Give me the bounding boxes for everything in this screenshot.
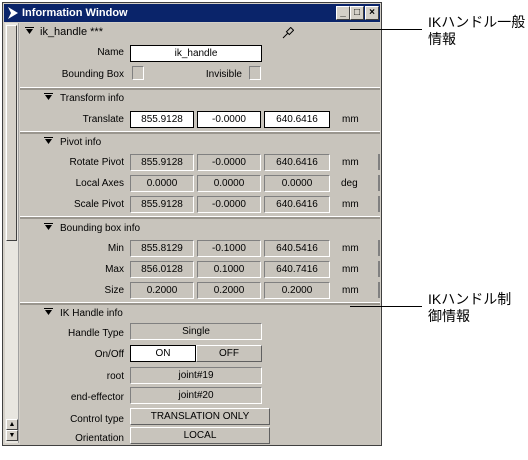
invisible-label: Invisible — [205, 69, 242, 80]
translate-unit: mm — [342, 114, 359, 125]
info-panel: ik_handle *** Name ik_handle Bounding Bo… — [20, 23, 380, 445]
translate-z-field[interactable]: 640.6416 — [264, 111, 330, 128]
scroll-up-icon[interactable]: ▲ — [6, 419, 18, 430]
handle-type-value: Single — [130, 323, 262, 340]
rotate-pivot-x: 855.9128 — [130, 154, 194, 171]
annotation-line: IKハンドル制 — [428, 291, 512, 307]
root-value: joint#19 — [130, 367, 262, 384]
scale-pivot-x: 855.9128 — [130, 196, 194, 213]
size-z: 0.2000 — [264, 282, 330, 299]
bounding-box-checkbox[interactable] — [132, 66, 144, 80]
end-effector-label: end-effector — [70, 392, 124, 403]
scale-pivot-label: Scale Pivot — [73, 199, 124, 210]
max-unit: mm — [342, 264, 359, 275]
size-y: 0.2000 — [197, 282, 261, 299]
annotation-ik-control-info: IKハンドル制 御情報 — [428, 291, 511, 325]
size-x: 0.2000 — [130, 282, 194, 299]
section-divider — [20, 216, 380, 219]
row-edge — [378, 282, 380, 298]
min-unit: mm — [342, 243, 359, 254]
local-axes-x: 0.0000 — [130, 175, 194, 192]
window-title: Information Window — [22, 7, 128, 19]
translate-y-field[interactable]: -0.0000 — [197, 111, 261, 128]
bounding-box-info-title: Bounding box info — [60, 223, 141, 234]
off-button[interactable]: OFF — [196, 345, 262, 362]
local-axes-y: 0.0000 — [197, 175, 261, 192]
annotation-line: 情報 — [428, 31, 456, 47]
min-y: -0.1000 — [197, 240, 261, 257]
section-divider — [20, 87, 380, 90]
section-divider — [20, 131, 380, 134]
annotation-leader-line — [350, 306, 422, 307]
pin-icon[interactable] — [282, 27, 294, 39]
transform-info-title: Transform info — [60, 93, 125, 104]
translate-x-field[interactable]: 855.9128 — [130, 111, 194, 128]
max-label: Max — [105, 264, 124, 275]
invisible-checkbox[interactable] — [249, 66, 261, 80]
rotate-pivot-z: 640.6416 — [264, 154, 330, 171]
annotation-line: 御情報 — [428, 308, 470, 324]
bounding-box-label: Bounding Box — [61, 69, 124, 80]
local-axes-unit: deg — [341, 178, 358, 189]
annotation-general-info: IKハンドル一般 情報 — [428, 14, 525, 48]
local-axes-z: 0.0000 — [264, 175, 330, 192]
annotation-line: IKハンドル一般 — [428, 14, 526, 30]
rotate-pivot-label: Rotate Pivot — [69, 157, 124, 168]
scale-pivot-y: -0.0000 — [197, 196, 261, 213]
control-type-label: Control type — [70, 414, 124, 425]
min-x: 855.8129 — [130, 240, 194, 257]
menu-arrow-icon[interactable] — [7, 6, 19, 20]
scrollbar-thumb[interactable] — [6, 25, 17, 241]
size-unit: mm — [342, 285, 359, 296]
collapse-triangle-icon[interactable] — [44, 93, 53, 102]
root-label: root — [106, 371, 124, 382]
title-bar[interactable]: Information Window _ □ × — [4, 4, 380, 22]
row-edge — [378, 261, 380, 277]
on-button[interactable]: ON — [130, 345, 196, 362]
ik-handle-info-title: IK Handle info — [60, 308, 123, 319]
min-z: 640.5416 — [264, 240, 330, 257]
pivot-info-title: Pivot info — [60, 137, 102, 148]
row-edge — [378, 154, 380, 170]
scale-pivot-z: 640.6416 — [264, 196, 330, 213]
max-x: 856.0128 — [130, 261, 194, 278]
vertical-scrollbar[interactable]: ▲ ▼ — [5, 23, 19, 443]
section-divider — [20, 302, 380, 305]
information-window: Information Window _ □ × ▲ ▼ ik_handle *… — [2, 2, 382, 446]
scale-pivot-unit: mm — [342, 199, 359, 210]
end-effector-value: joint#20 — [130, 387, 262, 404]
node-name: ik_handle *** — [40, 26, 103, 38]
collapse-triangle-icon[interactable] — [25, 27, 34, 36]
orientation-label: Orientation — [75, 433, 124, 444]
name-label: Name — [97, 47, 124, 58]
rotate-pivot-unit: mm — [342, 157, 359, 168]
annotation-leader-line — [350, 29, 422, 30]
rotate-pivot-y: -0.0000 — [197, 154, 261, 171]
size-label: Size — [104, 285, 124, 296]
scroll-down-icon[interactable]: ▼ — [6, 430, 18, 441]
row-edge — [378, 196, 380, 212]
minimize-icon[interactable]: _ — [336, 6, 350, 20]
name-field[interactable]: ik_handle — [130, 45, 262, 62]
min-label: Min — [107, 243, 124, 254]
local-axes-label: Local Axes — [75, 178, 124, 189]
collapse-triangle-icon[interactable] — [44, 308, 53, 317]
collapse-triangle-icon[interactable] — [44, 137, 53, 146]
maximize-icon[interactable]: □ — [350, 6, 364, 20]
translate-label: Translate — [82, 114, 124, 125]
control-type-button[interactable]: TRANSLATION ONLY — [130, 408, 270, 425]
row-edge — [378, 175, 380, 191]
max-z: 640.7416 — [264, 261, 330, 278]
handle-type-label: Handle Type — [68, 328, 124, 339]
on-off-label: On/Off — [94, 349, 124, 360]
collapse-triangle-icon[interactable] — [44, 223, 53, 232]
orientation-button[interactable]: LOCAL — [130, 427, 270, 444]
max-y: 0.1000 — [197, 261, 261, 278]
close-icon[interactable]: × — [365, 6, 379, 20]
row-edge — [378, 240, 380, 256]
